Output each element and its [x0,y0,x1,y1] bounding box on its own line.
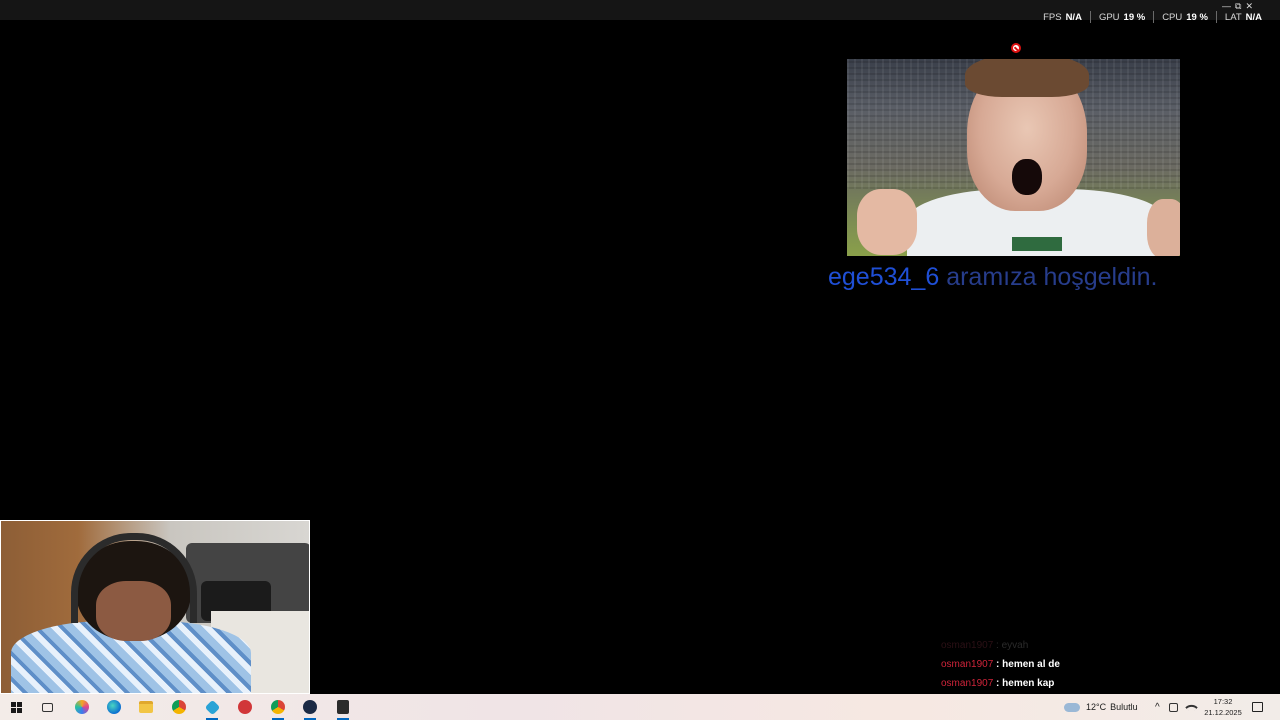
chat-message: osman1907 : hemen al de [941,659,1060,670]
chat-overlay: osman1907 : eyvah osman1907 : hemen al d… [941,636,1060,693]
chrome-profile-icon[interactable] [268,697,288,720]
performance-overlay-bar: FPS N/A GPU 19 % CPU 19 % LAT N/A — ⧉ ✕ [0,0,1280,23]
webcam-feed [0,520,310,694]
lat-value: N/A [1245,11,1262,23]
system-tray: ^ [1155,694,1198,720]
notification-icon[interactable] [1252,694,1263,720]
window-controls: — ⧉ ✕ [1222,2,1253,11]
gpu-label: GPU [1098,11,1120,23]
cancel-icon [1011,43,1021,53]
file-explorer-icon[interactable] [136,697,156,717]
alert-username: ege534_6 [828,263,940,291]
cpu-stat: CPU 19 % [1153,11,1216,23]
close-icon[interactable]: ✕ [1245,2,1253,11]
player-hair [965,59,1089,97]
chat-message: osman1907 : eyvah [941,640,1029,651]
start-icon[interactable] [6,697,26,717]
player-mouth [1012,159,1042,195]
headset-icon [71,533,197,623]
player-left-hand [857,189,917,255]
fps-value: N/A [1065,11,1082,23]
clock-date: 21.12.2025 [1204,708,1242,717]
edge-icon[interactable] [104,697,124,717]
minimize-icon[interactable]: — [1222,2,1231,11]
cpu-value: 19 % [1186,11,1208,23]
steam-icon[interactable] [300,697,320,720]
task-view-icon[interactable] [37,697,57,717]
gpu-stat: GPU 19 % [1089,11,1153,23]
chat-message: osman1907 : hemen kap [941,678,1055,689]
taskbar-clock[interactable]: 17:32 21.12.2025 [1198,696,1248,718]
app-icon[interactable] [202,697,222,720]
restore-icon[interactable]: ⧉ [1235,2,1241,11]
performance-stats: FPS N/A GPU 19 % CPU 19 % LAT N/A [1035,11,1270,23]
cpu-label: CPU [1162,11,1183,23]
chat-text: eyvah [1001,640,1029,651]
wifi-icon[interactable] [1184,700,1198,714]
epic-games-icon[interactable] [333,697,353,720]
stream-screen: FPS N/A GPU 19 % CPU 19 % LAT N/A — ⧉ ✕ [0,0,1280,720]
chevron-up-icon[interactable]: ^ [1155,702,1160,713]
lat-stat: LAT N/A [1215,11,1270,23]
alert-video [847,59,1180,256]
chat-text: hemen kap [1002,678,1055,689]
player-right-hand [1147,199,1180,256]
follow-alert-text: ege534_6 aramıza hoşgeldin. [828,263,1157,292]
fps-stat: FPS N/A [1035,11,1090,23]
fps-label: FPS [1043,11,1062,23]
weather-temperature: 12°C [1086,702,1107,712]
player-collar [1012,237,1062,251]
weather-widget[interactable]: 12°C Bulutlu [1064,694,1138,720]
riot-icon[interactable] [235,697,255,717]
weather-description: Bulutlu [1110,702,1138,712]
clock-time: 17:32 [1213,697,1233,706]
chat-text: hemen al de [1002,659,1060,670]
chat-username: osman1907 [941,678,994,689]
lat-label: LAT [1224,11,1242,23]
alert-message: aramıza hoşgeldin. [946,263,1158,291]
chat-username: osman1907 [941,640,994,651]
chrome-icon[interactable] [169,697,189,717]
cloud-icon [1064,702,1080,712]
network-icon[interactable] [1168,702,1178,712]
copilot-icon[interactable] [72,697,92,717]
chat-username: osman1907 [941,659,994,670]
gpu-value: 19 % [1123,11,1146,23]
